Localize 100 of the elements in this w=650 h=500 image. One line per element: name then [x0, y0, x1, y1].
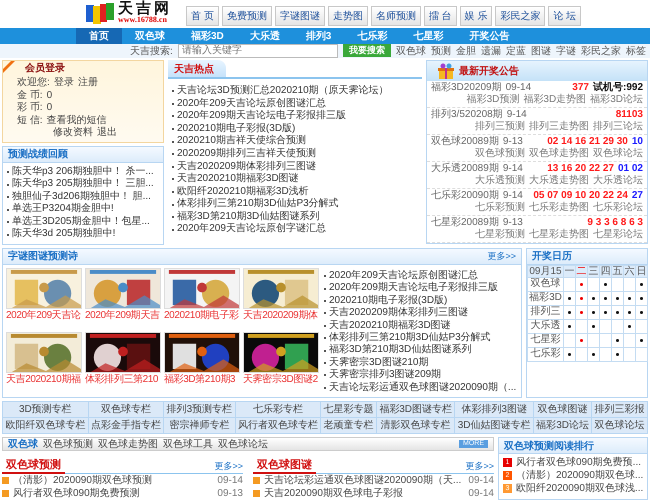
result-link[interactable]: 七乐彩论坛 [593, 202, 643, 214]
article-link[interactable]: 2020210期电子彩报(3D版) [172, 122, 418, 136]
bar-link[interactable]: 双色球走势图 [98, 437, 158, 452]
article-link[interactable]: 天吉2020210期福彩3D图谜 [172, 173, 418, 186]
article-link[interactable]: 福彩3D第210期3D仙姑图谜系列 [324, 344, 516, 357]
article-link[interactable]: 2020年209天吉论坛原创图谜汇总 [324, 270, 516, 282]
column-link[interactable]: 七星彩专题 [321, 402, 376, 418]
result-link[interactable]: 福彩3D预测 [466, 94, 520, 106]
tag-link[interactable]: 定蓝 [506, 44, 526, 58]
bar-link[interactable]: 双色球论坛 [218, 437, 268, 452]
article-link[interactable]: 2020209期排列三吉祥天使预测 [172, 148, 418, 161]
column-link[interactable]: 双色球专栏 [88, 402, 164, 418]
tag-link[interactable]: 字谜 [556, 44, 576, 58]
column-link[interactable]: 福彩3D图谜专栏 [376, 402, 454, 418]
article-link[interactable]: 陈天华p3 206期独胆中！ 杀一... [7, 166, 159, 178]
picture-caption[interactable]: 天霁密宗3D图谜2 [243, 373, 319, 386]
article-link[interactable]: 单选王P3204期金胆中! [7, 203, 159, 216]
article-link[interactable]: 福彩3D第210期3D仙姑图谜系列 [172, 210, 418, 224]
result-link[interactable]: 排列三预测 [475, 120, 525, 133]
tag-link[interactable]: 彩民之家 [580, 44, 621, 58]
nav-button[interactable]: 擂 台 [424, 6, 457, 26]
result-link[interactable]: 七星彩走势图 [529, 228, 589, 241]
article-link[interactable]: 天吉论坛3D预测汇总2020210期（原天霁论坛） [172, 84, 418, 98]
article-link[interactable]: 2020年209期天吉论坛电子彩报排三版 [172, 110, 418, 123]
more-link[interactable]: 更多>> [214, 460, 243, 474]
result-link[interactable]: 大乐透预测 [475, 174, 525, 187]
nav-button[interactable]: 首 页 [186, 6, 219, 26]
account-link[interactable]: 修改资料 [53, 127, 93, 139]
picture-caption[interactable]: 体彩排列三第210 [85, 373, 161, 386]
account-link[interactable]: 退出 [97, 127, 117, 139]
column-link[interactable]: 3D预测专栏 [3, 402, 88, 418]
article-link[interactable]: 2020年209天吉论坛原创图谜汇总 [172, 98, 418, 110]
hot-tab[interactable]: 天吉热点 [168, 60, 226, 77]
article-link[interactable]: 2020210期电子彩报(3D版) [324, 294, 516, 308]
nav-tab[interactable]: 首页 [76, 28, 122, 44]
picture-caption[interactable]: 天吉2020210期福 [6, 373, 82, 386]
article-link[interactable]: 体彩排列三第210期3D仙姑P3分解式 [172, 198, 418, 211]
result-link[interactable]: 大乐透走势图 [529, 174, 589, 187]
result-link[interactable]: 七乐彩预测 [475, 202, 525, 214]
search-field[interactable]: 请输入关键字 [178, 44, 338, 58]
article-link[interactable]: 2020年209天吉论坛原创字谜汇总 [172, 223, 418, 236]
tag-link[interactable]: 双色球 [396, 44, 426, 58]
tag-link[interactable]: 标签 [626, 44, 646, 58]
column-link[interactable]: 点彩金手指专栏 [88, 418, 164, 434]
login-link[interactable]: 注册 [78, 77, 98, 89]
column-link[interactable]: 老顽童专栏 [321, 418, 376, 434]
nav-button[interactable]: 娱 乐 [460, 6, 492, 26]
article-link[interactable]: 2020210期吉祥天使综合预测 [172, 135, 418, 148]
messages-link[interactable]: 查看我的短信 [46, 114, 107, 126]
result-link[interactable]: 排列三论坛 [593, 120, 643, 133]
column-link[interactable]: 排列三彩报 [592, 402, 647, 418]
article-link[interactable]: 天霁密宗排列3图谜209期 [324, 369, 516, 382]
nav-button[interactable]: 字谜图谜 [274, 6, 325, 26]
more-link[interactable]: 更多>> [487, 250, 516, 263]
article-link[interactable]: 体彩排列三第210期3D仙姑P3分解式 [324, 332, 516, 344]
column-link[interactable]: 清影双色球专栏 [376, 418, 454, 434]
article-link[interactable]: 天吉2020209期体彩排列三图谜 [324, 307, 516, 320]
column-link[interactable]: 七乐彩专栏 [236, 402, 320, 418]
article-link[interactable]: 陈天华3d 205期独胆中! [7, 228, 159, 241]
tag-link[interactable]: 预测 [430, 44, 451, 58]
result-link[interactable]: 七星彩预测 [475, 228, 525, 241]
article-link[interactable]: 风行者双色球090期免费预... [516, 456, 642, 470]
result-link[interactable]: 七星彩论坛 [593, 228, 643, 241]
nav-button[interactable]: 彩民之家 [495, 6, 546, 26]
nav-button[interactable]: 名师预测 [370, 6, 421, 26]
article-link[interactable]: （清影）2020090期双色球预测 [13, 474, 152, 488]
bar-link[interactable]: 双色球工具 [163, 437, 213, 452]
column-link[interactable]: 密宗禅师专栏 [164, 418, 235, 434]
article-link[interactable]: （清影）2020090期双色球... [516, 469, 644, 482]
result-link[interactable]: 大乐透论坛 [593, 174, 643, 187]
column-link[interactable]: 双色球图谜 [534, 402, 592, 418]
article-link[interactable]: 独胆仙子3d206期独胆中！ 胆... [7, 190, 159, 204]
article-link[interactable]: 天吉论坛彩运通双色球图谜2020090期（天... [264, 474, 462, 488]
article-link[interactable]: 天吉2020209期体彩排列三图谜 [172, 160, 418, 174]
column-link[interactable]: 3D仙姑图谜专栏 [455, 418, 533, 434]
picture-caption[interactable]: 2020年209期天吉 [85, 308, 161, 322]
more-link[interactable]: 更多>> [465, 460, 494, 474]
article-link[interactable]: 天吉2020090期双色球电子彩报 [264, 487, 403, 500]
column-link[interactable]: 欧阳纤双色球专栏 [3, 418, 88, 434]
article-link[interactable]: 单选王3D205期金胆中！包星... [7, 216, 159, 228]
picture-caption[interactable]: 天吉2020209期体 [243, 308, 319, 322]
result-link[interactable]: 双色球预测 [475, 148, 525, 160]
column-link[interactable]: 福彩3D论坛 [534, 418, 592, 434]
result-link[interactable]: 双色球论坛 [593, 148, 643, 160]
login-link[interactable]: 登录 [54, 77, 74, 89]
result-link[interactable]: 排列三走势图 [529, 120, 589, 133]
column-link[interactable]: 风行者双色球专栏 [236, 418, 320, 434]
result-link[interactable]: 七乐彩走势图 [529, 202, 589, 214]
picture-caption[interactable]: 福彩3D第210期3 [164, 373, 240, 386]
article-link[interactable]: 天霁密宗3D图谜210期 [324, 356, 516, 370]
result-link[interactable]: 福彩3D论坛 [590, 94, 643, 106]
article-link[interactable]: 欧阳纤2020210期福彩3D浅析 [172, 186, 418, 198]
picture-caption[interactable]: 2020210期电子彩 [164, 308, 240, 322]
article-link[interactable]: 天吉2020210期福彩3D图谜 [324, 320, 516, 332]
result-link[interactable]: 双色球走势图 [529, 148, 589, 160]
picture-caption[interactable]: 2020年209天吉论 [6, 308, 82, 322]
column-link[interactable]: 体彩排列3图谜 [455, 402, 533, 418]
result-link[interactable]: 福彩3D走势图 [523, 94, 586, 106]
column-link[interactable]: 双色球论坛 [592, 418, 647, 434]
article-link[interactable]: 天吉论坛彩运通双色球图谜2020090期（... [324, 382, 516, 394]
